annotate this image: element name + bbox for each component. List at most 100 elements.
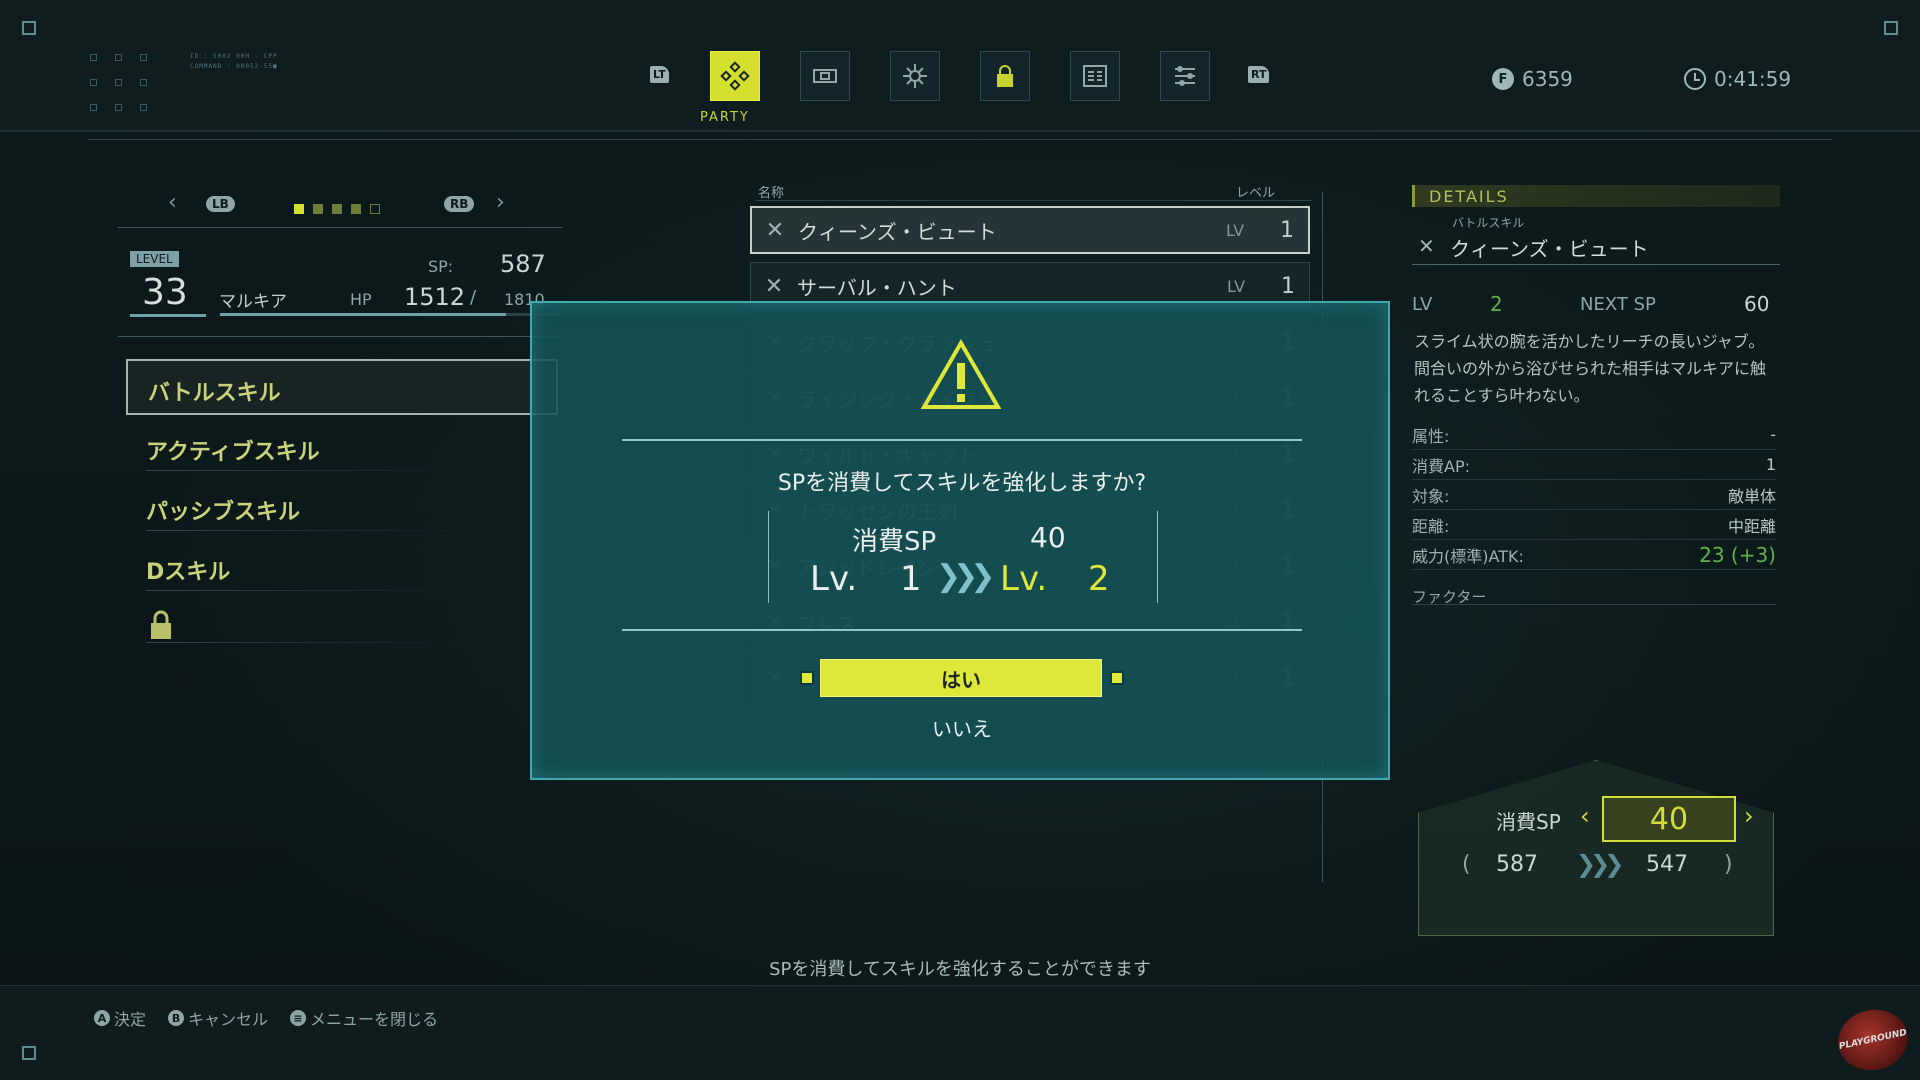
divider <box>118 336 562 337</box>
control-hint: A 決定 <box>94 1006 146 1030</box>
sp-cost-value[interactable]: 40 <box>1602 796 1736 842</box>
divider <box>88 139 1832 140</box>
hp-separator: / <box>470 287 477 308</box>
sp-increase-arrow[interactable]: › <box>1744 802 1754 830</box>
corner-marker <box>22 1046 36 1060</box>
selection-marker <box>800 671 814 685</box>
skill-row[interactable]: ✕ クィーンズ・ビュート LV 1 <box>750 206 1310 254</box>
stat-key: 距離: <box>1412 516 1450 536</box>
lock-icon <box>997 65 1013 87</box>
selection-marker <box>1110 671 1124 685</box>
next-character-arrow[interactable]: › <box>496 190 505 215</box>
page-dot <box>332 204 342 214</box>
hint-label: 決定 <box>114 1010 147 1029</box>
page-dot <box>351 204 361 214</box>
next-sp-value: 60 <box>1744 292 1770 316</box>
tab-document[interactable] <box>1070 51 1120 101</box>
sp-value: 587 <box>500 250 546 278</box>
category-passive-skill[interactable]: パッシブスキル <box>146 494 300 526</box>
sp-decrease-arrow[interactable]: ‹ <box>1580 802 1590 830</box>
dialog-question: SPを消費してスキルを強化しますか? <box>777 471 1147 496</box>
stat-row: 属性: - <box>1412 420 1776 450</box>
hp-bar <box>220 313 562 316</box>
corner-marker <box>1884 21 1898 35</box>
category-d-skill[interactable]: Dスキル <box>146 554 230 586</box>
party-icon <box>720 61 750 91</box>
lb-button[interactable]: LB <box>206 196 235 212</box>
controller-button-icon: A <box>94 1010 110 1026</box>
sp-panel-label: 消費SP <box>1496 810 1561 834</box>
yes-button[interactable]: はい <box>820 659 1102 697</box>
skill-name: サーバル・ハント <box>797 275 957 300</box>
category-label: Dスキル <box>146 560 231 585</box>
prev-character-arrow[interactable]: ‹ <box>168 190 177 215</box>
hint-label: キャンセル <box>188 1010 269 1029</box>
settings-list-icon <box>1175 66 1195 86</box>
stat-value: 敵単体 <box>1727 486 1776 506</box>
page-dot <box>370 204 380 214</box>
divider <box>118 227 562 228</box>
rt-button[interactable]: RT <box>1248 66 1270 83</box>
level-up-arrow-icon: ❯❯❯ <box>936 559 995 594</box>
no-button[interactable]: いいえ <box>532 713 1392 742</box>
stat-row: 距離: 中距離 <box>1412 510 1776 540</box>
lt-button[interactable]: LT <box>650 66 669 83</box>
controller-button-icon: ≡ <box>290 1010 307 1026</box>
corner-marker <box>22 21 36 35</box>
help-text: SPを消費してスキルを強化することができます <box>769 959 1151 980</box>
skill-name: クィーンズ・ビュート <box>798 219 997 244</box>
control-hint: ≡ メニューを閉じる <box>290 1006 438 1030</box>
stat-value: 1 <box>1765 455 1776 474</box>
hint-label: メニューを閉じる <box>310 1010 439 1029</box>
tab-equipment[interactable] <box>800 51 850 101</box>
stat-value: 中距離 <box>1727 516 1776 536</box>
controller-button-icon: B <box>168 1010 185 1026</box>
tab-locked[interactable] <box>980 51 1030 101</box>
tab-skill-tree[interactable] <box>890 51 940 101</box>
document-icon <box>1083 65 1107 87</box>
tab-settings[interactable] <box>1160 51 1210 101</box>
category-label: アクティブスキル <box>146 440 320 465</box>
sp-after: 547 <box>1646 852 1688 877</box>
rb-button[interactable]: RB <box>444 196 475 212</box>
decor-dot-grid <box>90 54 150 114</box>
playtime-value: 0:41:59 <box>1714 67 1792 91</box>
details-header: DETAILS <box>1412 185 1780 207</box>
playtime-display: 0:41:59 <box>1684 67 1791 91</box>
stat-key: 属性: <box>1412 426 1450 446</box>
dialog-lv-from-prefix: Lv. <box>810 559 858 599</box>
equipment-icon <box>813 69 837 83</box>
control-hint: B キャンセル <box>168 1006 268 1030</box>
category-battle-skill[interactable]: バトルスキル <box>126 359 558 415</box>
top-bar: ID : 5002 00H · CPP COMMAND : 00052-55■ … <box>0 0 1920 132</box>
tab-party[interactable] <box>710 51 760 101</box>
debug-text: ID : 5002 00H · CPP <box>190 53 278 60</box>
details-description: スライム状の腕を活かしたリーチの長いジャブ。間合いの外から浴びせられた相手はマル… <box>1414 332 1767 405</box>
level-badge: LEVEL <box>130 251 179 267</box>
skill-lv-label: LV <box>1226 220 1245 240</box>
skill-level: 1 <box>1280 217 1294 243</box>
stat-key: 威力(標準)ATK: <box>1412 546 1524 566</box>
page-indicator <box>294 199 389 218</box>
category-locked <box>148 608 174 646</box>
stat-value: 23 (+3) <box>1699 542 1776 567</box>
category-active-skill[interactable]: アクティブスキル <box>146 434 320 466</box>
hp-current: 1512 <box>404 283 466 311</box>
dialog-cost-label: 消費SP <box>852 527 937 557</box>
details-skill-name: クィーンズ・ビュート <box>1450 237 1649 261</box>
dialog-lv-to: 2 <box>1088 559 1110 599</box>
currency-display: F 6359 <box>1492 67 1573 91</box>
sp-label: SP: <box>428 257 454 276</box>
details-category: バトルスキル <box>1452 216 1525 230</box>
stat-row: 対象: 敵単体 <box>1412 480 1776 510</box>
details-lv-label: LV <box>1412 294 1433 315</box>
divider <box>146 470 466 471</box>
debug-text: COMMAND : 00052-55■ <box>190 63 278 70</box>
stat-key: 消費AP: <box>1412 456 1470 476</box>
divider <box>1412 604 1776 605</box>
divider <box>622 439 1302 441</box>
list-header-level: レベル <box>1236 186 1276 201</box>
list-header-name: 名称 <box>758 186 785 201</box>
details-stats: 属性: - 消費AP: 1 対象: 敵単体距離: 中距離威力(標準)ATK: 23 (+3) <box>1412 420 1776 570</box>
stat-key: 対象: <box>1412 486 1450 506</box>
